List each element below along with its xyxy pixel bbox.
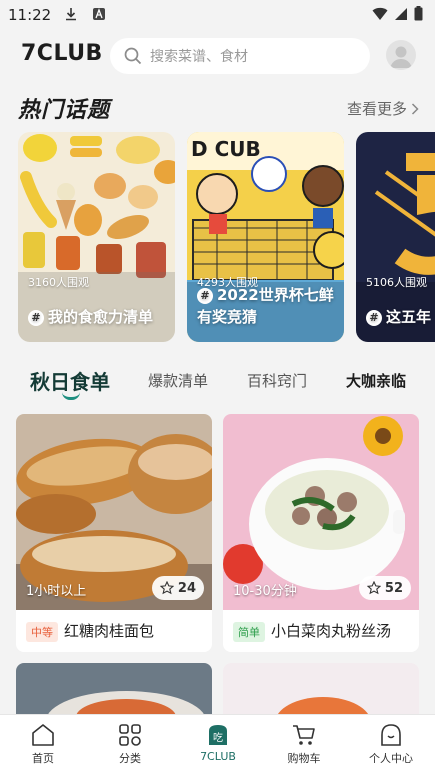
download-icon xyxy=(66,8,76,21)
nav-home[interactable]: 首页 xyxy=(13,723,73,766)
user-avatar-icon xyxy=(390,46,412,68)
status-bar: 11:22 xyxy=(0,0,435,30)
home-icon xyxy=(32,724,54,746)
hash-icon: # xyxy=(197,288,213,304)
nav-category-label: 分类 xyxy=(119,752,141,765)
see-more-label: 查看更多 xyxy=(346,100,407,118)
topic-title: # 我的食愈力清单 xyxy=(28,306,169,328)
recipe-card[interactable]: 10-30分钟 52 简单 小白菜肉丸粉丝汤 xyxy=(223,414,419,652)
status-time: 11:22 xyxy=(8,6,52,24)
topic-title: #2022世界杯七鲜有奖竞猜 xyxy=(197,284,338,328)
see-more-link[interactable]: 查看更多 xyxy=(347,98,419,119)
recipe-name: 小白菜肉丸粉丝汤 xyxy=(271,622,392,640)
star-icon xyxy=(159,581,174,595)
hot-topics-carousel[interactable]: 3160人围观 # 我的食愈力清单 D CUB 4293人围观 #2022世界杯七… xyxy=(18,132,435,344)
tab-active-indicator xyxy=(62,392,80,400)
nav-profile-label: 个人中心 xyxy=(369,752,413,765)
nav-profile[interactable]: 个人中心 xyxy=(361,723,421,766)
cart-icon xyxy=(293,725,315,745)
topic-title-text: 我的食愈力清单 xyxy=(48,308,154,326)
recipe-duration: 1小时以上 xyxy=(26,584,87,599)
like-button[interactable]: 24 xyxy=(151,576,204,600)
tab-hot-list[interactable]: 爆款清单 xyxy=(148,370,208,391)
topic-title-text: 2022世界杯七鲜有奖竞猜 xyxy=(197,286,334,326)
svg-text:D CUB: D CUB xyxy=(191,137,261,161)
recipe-name: 红糖肉桂面包 xyxy=(64,622,155,640)
hash-icon: # xyxy=(28,310,44,326)
like-count: 52 xyxy=(384,580,403,596)
bottom-nav: 首页 分类 吃 7CLUB 购物车 个人中心 xyxy=(0,714,435,774)
difficulty-badge: 简单 xyxy=(233,622,265,642)
nav-home-label: 首页 xyxy=(32,752,54,765)
topic-card[interactable]: D CUB 4293人围观 #2022世界杯七鲜有奖竞猜 xyxy=(187,132,344,342)
app-logo: 7CLUB xyxy=(21,41,103,66)
topic-title-text: 这五年 xyxy=(386,308,432,326)
nav-club-label: 7CLUB xyxy=(200,750,236,763)
like-count: 24 xyxy=(177,580,196,596)
wifi-icon xyxy=(372,7,388,20)
svg-text:吃: 吃 xyxy=(213,731,223,744)
recipe-duration: 10-30分钟 xyxy=(233,584,297,599)
like-button[interactable]: 52 xyxy=(358,576,411,600)
app-notification-icon xyxy=(93,8,105,20)
tab-autumn-menu[interactable]: 秋日食单 xyxy=(30,366,110,395)
search-icon xyxy=(124,47,142,65)
nav-category[interactable]: 分类 xyxy=(100,723,160,766)
tab-tips[interactable]: 百科窍门 xyxy=(247,370,307,391)
topic-card[interactable]: 5106人围观 # 这五年 xyxy=(356,132,435,342)
tab-chef-visit[interactable]: 大咖亲临 xyxy=(346,370,406,391)
header: 7CLUB 搜索菜谱、食材 xyxy=(0,34,435,78)
search-input[interactable]: 搜索菜谱、食材 xyxy=(110,38,370,74)
nav-cart[interactable]: 购物车 xyxy=(274,723,334,766)
topic-views: 5106人围观 xyxy=(366,276,427,289)
hot-topics-title: 热门话题 xyxy=(18,98,111,123)
signal-icon xyxy=(395,7,407,20)
recipe-card[interactable]: 1小时以上 24 中等 红糖肉桂面包 xyxy=(16,414,212,652)
category-tabs: 秋日食单 爆款清单 百科窍门 大咖亲临 xyxy=(0,362,435,402)
club-icon: 吃 xyxy=(209,725,227,745)
topic-title: # 这五年 xyxy=(366,306,435,328)
avatar[interactable] xyxy=(386,40,416,70)
nav-cart-label: 购物车 xyxy=(287,752,321,765)
chevron-right-icon xyxy=(411,102,419,115)
topic-views: 3160人围观 xyxy=(28,276,89,289)
difficulty-badge: 中等 xyxy=(26,622,58,642)
profile-icon xyxy=(381,724,401,746)
search-placeholder: 搜索菜谱、食材 xyxy=(150,49,248,65)
star-icon xyxy=(366,581,381,595)
category-icon xyxy=(119,724,141,746)
hash-icon: # xyxy=(366,310,382,326)
topic-card[interactable]: 3160人围观 # 我的食愈力清单 xyxy=(18,132,175,342)
nav-club[interactable]: 吃 7CLUB xyxy=(188,723,248,763)
battery-icon xyxy=(414,6,423,21)
